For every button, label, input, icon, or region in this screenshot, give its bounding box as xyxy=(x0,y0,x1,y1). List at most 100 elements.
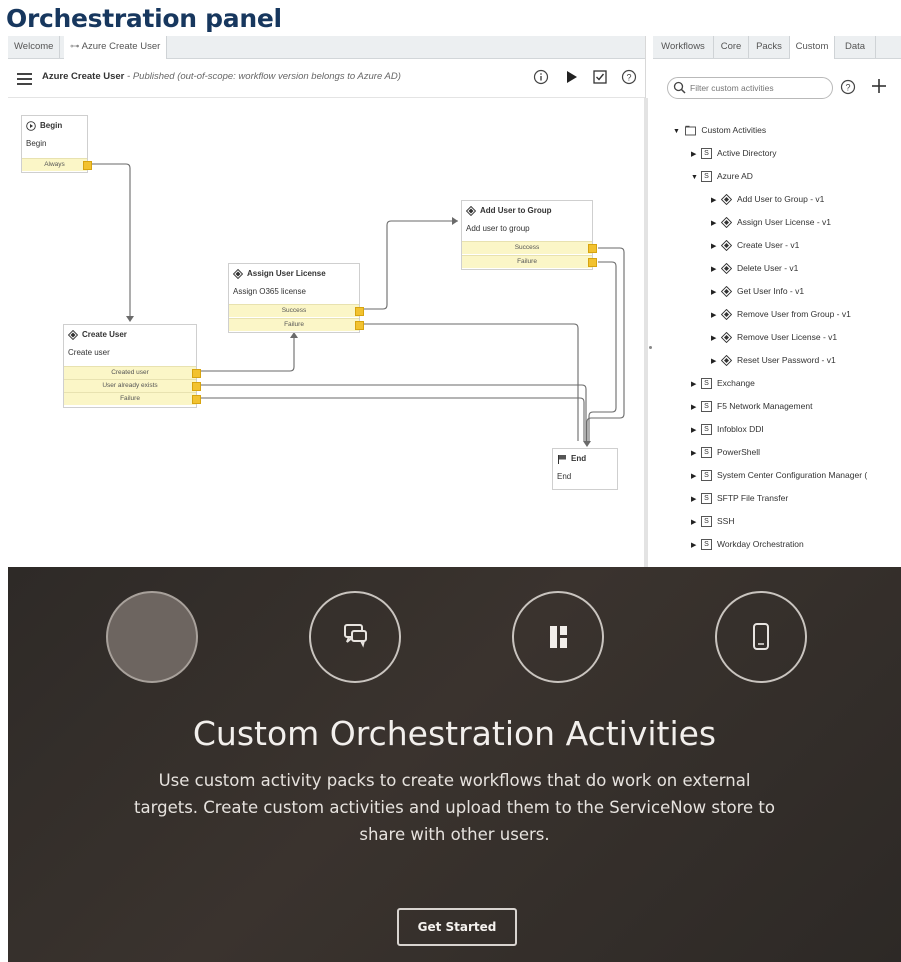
hamburger-menu-icon[interactable] xyxy=(17,73,32,85)
chat-bubbles-icon[interactable] xyxy=(309,591,401,683)
node-begin-title-text: Begin xyxy=(40,121,63,131)
tree-activity-remove-user-license[interactable]: ▶ Remove User License - v1 xyxy=(711,330,837,344)
info-icon[interactable] xyxy=(533,69,549,85)
expanded-arrow-icon[interactable]: ▼ xyxy=(691,171,701,185)
condition-port[interactable] xyxy=(192,369,201,378)
tree-root-custom-activities[interactable]: ▼ Custom Activities xyxy=(673,123,766,137)
collapsed-arrow-icon[interactable]: ▶ xyxy=(711,309,721,323)
mobile-device-icon[interactable] xyxy=(715,591,807,683)
tree-activity-add-user-to-group[interactable]: ▶ Add User to Group - v1 xyxy=(711,192,824,206)
collapsed-arrow-icon[interactable]: ▶ xyxy=(711,332,721,346)
pack-s-icon: S xyxy=(701,401,712,413)
condition-port[interactable] xyxy=(355,307,364,316)
collapsed-arrow-icon[interactable]: ▶ xyxy=(711,194,721,208)
node-add-group-title: Add User to Group xyxy=(466,206,552,216)
condition-port[interactable] xyxy=(588,244,597,253)
search-icon xyxy=(673,81,686,94)
canvas-scrollbar[interactable] xyxy=(644,98,648,567)
node-add-group-title-text: Add User to Group xyxy=(480,206,552,216)
workflow-toolbar: Azure Create User - Published (out-of-sc… xyxy=(8,59,645,98)
help-icon[interactable]: ? xyxy=(621,69,637,85)
tree-pack-active-directory[interactable]: ▶ S Active Directory xyxy=(691,146,777,160)
feature-circle-active[interactable] xyxy=(106,591,198,683)
condition-port[interactable] xyxy=(192,382,201,391)
node-end[interactable]: End End xyxy=(552,448,618,490)
tab-welcome[interactable]: Welcome xyxy=(8,36,61,58)
tree-activity-create-user[interactable]: ▶ Create User - v1 xyxy=(711,238,799,252)
workflow-canvas[interactable]: Begin Begin Always Create User Create us… xyxy=(8,98,645,567)
validate-checkbox-icon[interactable] xyxy=(592,69,608,85)
tree-pack-ssh[interactable]: ▶ S SSH xyxy=(691,514,734,528)
collapsed-arrow-icon[interactable]: ▶ xyxy=(691,424,701,438)
tree-activity-assign-user-license[interactable]: ▶ Assign User License - v1 xyxy=(711,215,831,229)
condition-port[interactable] xyxy=(355,321,364,330)
condition-failure[interactable]: Failure xyxy=(462,255,597,268)
tab-data[interactable]: Data xyxy=(835,36,876,58)
tree-activity-get-user-info[interactable]: ▶ Get User Info - v1 xyxy=(711,284,804,298)
collapsed-arrow-icon[interactable]: ▶ xyxy=(691,470,701,484)
tree-pack-exchange[interactable]: ▶ S Exchange xyxy=(691,376,755,390)
collapsed-arrow-icon[interactable]: ▶ xyxy=(691,539,701,553)
filter-activities-input[interactable] xyxy=(690,81,826,94)
tree-pack-sftp-file-transfer[interactable]: ▶ S SFTP File Transfer xyxy=(691,491,788,505)
collapsed-arrow-icon[interactable]: ▶ xyxy=(691,401,701,415)
collapsed-arrow-icon[interactable]: ▶ xyxy=(711,240,721,254)
pane-splitter-handle[interactable] xyxy=(649,346,652,349)
collapsed-arrow-icon[interactable]: ▶ xyxy=(711,263,721,277)
palette-tab-bar: Workflows Core Packs Custom Data xyxy=(653,36,901,59)
condition-user-exists[interactable]: User already exists xyxy=(64,379,201,392)
pack-s-icon: S xyxy=(701,148,712,160)
collapsed-arrow-icon[interactable]: ▶ xyxy=(691,493,701,507)
add-activity-plus-icon[interactable] xyxy=(870,77,888,98)
condition-always[interactable]: Always xyxy=(22,158,92,171)
tree-pack-f5-network-management[interactable]: ▶ S F5 Network Management xyxy=(691,399,812,413)
condition-port[interactable] xyxy=(588,258,597,267)
tree-activity-reset-user-password[interactable]: ▶ Reset User Password - v1 xyxy=(711,353,836,367)
tree-pack-label: SSH xyxy=(717,516,735,526)
node-assign-license[interactable]: Assign User License Assign O365 license … xyxy=(228,263,364,333)
filter-activities-field[interactable] xyxy=(667,77,833,99)
condition-port[interactable] xyxy=(83,161,92,170)
tab-workflows[interactable]: Workflows xyxy=(653,36,714,58)
tree-pack-azure-ad[interactable]: ▼ S Azure AD xyxy=(691,169,753,183)
condition-port[interactable] xyxy=(192,395,201,404)
tree-pack-label: Infoblox DDI xyxy=(717,424,764,434)
node-add-user-to-group[interactable]: Add User to Group Add user to group Succ… xyxy=(461,200,597,270)
condition-created-user[interactable]: Created user xyxy=(64,366,201,379)
tab-custom[interactable]: Custom xyxy=(790,36,835,59)
condition-failure[interactable]: Failure xyxy=(64,392,201,405)
collapsed-arrow-icon[interactable]: ▶ xyxy=(711,217,721,231)
tree-pack-sccm[interactable]: ▶ S System Center Configuration Manager ( xyxy=(691,468,867,482)
tree-pack-powershell[interactable]: ▶ S PowerShell xyxy=(691,445,760,459)
condition-failure[interactable]: Failure xyxy=(229,318,364,331)
tree-activity-delete-user[interactable]: ▶ Delete User - v1 xyxy=(711,261,798,275)
collapsed-arrow-icon[interactable]: ▶ xyxy=(691,447,701,461)
collapsed-arrow-icon[interactable]: ▶ xyxy=(711,355,721,369)
tree-activity-label: Remove User License - v1 xyxy=(737,332,838,342)
node-create-user-subtitle: Create user xyxy=(68,348,110,357)
tab-packs[interactable]: Packs xyxy=(749,36,790,58)
pack-s-icon: S xyxy=(701,516,712,528)
collapsed-arrow-icon[interactable]: ▶ xyxy=(691,516,701,530)
tab-azure-create-user[interactable]: ⊶ Azure Create User xyxy=(64,36,168,59)
condition-success[interactable]: Success xyxy=(462,241,597,254)
get-started-button[interactable]: Get Started xyxy=(397,908,517,946)
run-play-icon[interactable] xyxy=(563,69,579,85)
tab-core[interactable]: Core xyxy=(714,36,749,58)
tree-pack-label: Workday Orchestration xyxy=(717,539,804,549)
node-begin[interactable]: Begin Begin Always xyxy=(21,115,92,173)
banner-title: Custom Orchestration Activities xyxy=(192,714,717,753)
collapsed-arrow-icon[interactable]: ▶ xyxy=(691,378,701,392)
condition-success[interactable]: Success xyxy=(229,304,364,317)
node-assign-license-title: Assign User License xyxy=(233,269,326,279)
palette-help-icon[interactable]: ? xyxy=(840,79,856,98)
collapsed-arrow-icon[interactable]: ▶ xyxy=(691,148,701,162)
tree-pack-infoblox-ddi[interactable]: ▶ S Infoblox DDI xyxy=(691,422,764,436)
expanded-arrow-icon[interactable]: ▼ xyxy=(673,125,683,139)
collapsed-arrow-icon[interactable]: ▶ xyxy=(711,286,721,300)
tree-pack-workday-orchestration[interactable]: ▶ S Workday Orchestration xyxy=(691,537,804,551)
node-create-user[interactable]: Create User Create user Created user Use… xyxy=(63,324,201,408)
workflow-title: Azure Create User - Published (out-of-sc… xyxy=(42,71,401,82)
layout-blocks-icon[interactable] xyxy=(512,591,604,683)
tree-activity-remove-user-from-group[interactable]: ▶ Remove User from Group - v1 xyxy=(711,307,851,321)
